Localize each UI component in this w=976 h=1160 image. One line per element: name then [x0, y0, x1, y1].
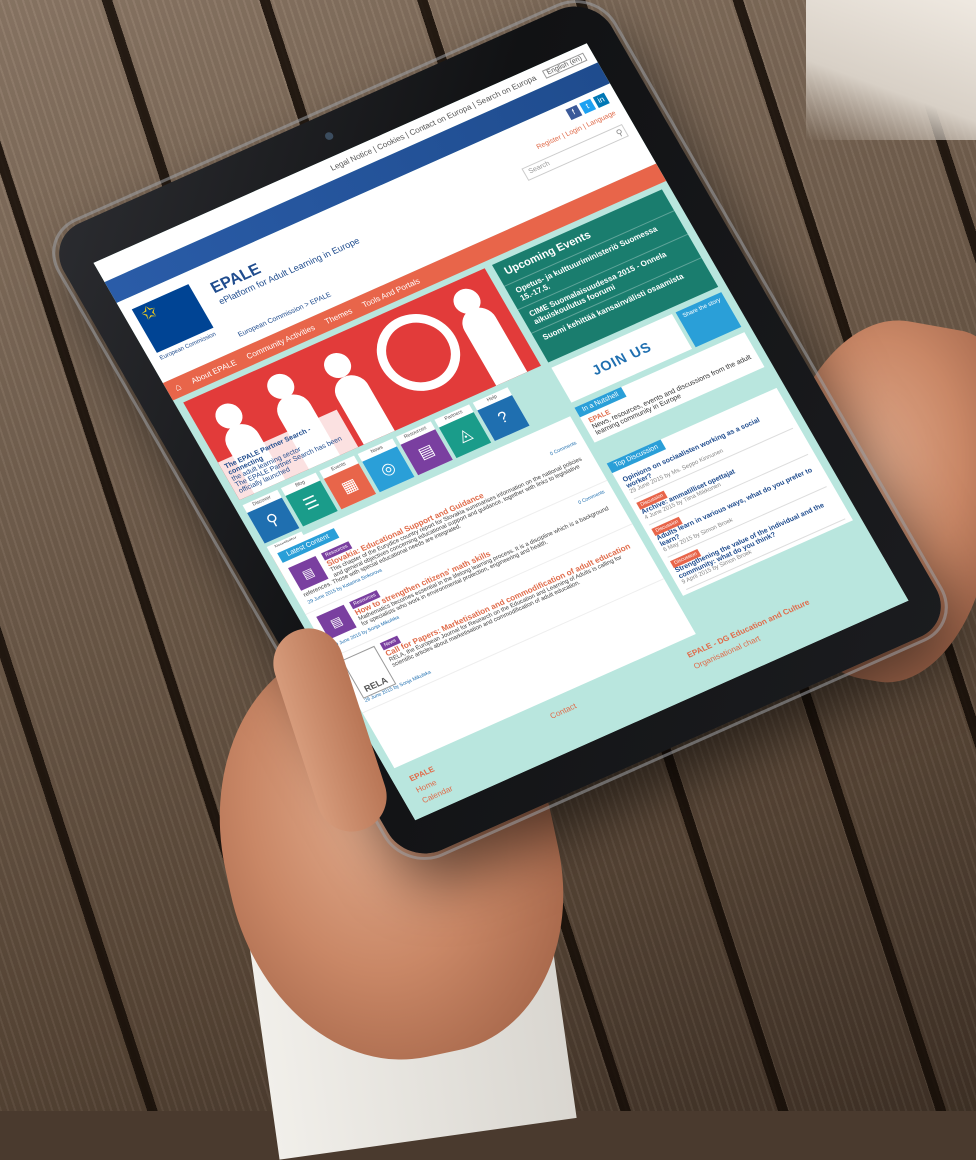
footer-heading-dg: EPALE - DG Education and Culture — [685, 597, 812, 660]
facebook-icon[interactable]: f — [565, 104, 583, 121]
twitter-icon[interactable]: t — [579, 98, 597, 115]
magnifier-icon — [361, 301, 476, 404]
background-object — [806, 0, 976, 140]
home-icon[interactable]: ⌂ — [172, 381, 183, 393]
search-icon[interactable]: ⚲ — [614, 126, 626, 139]
search-placeholder: Search — [527, 160, 552, 176]
linkedin-icon[interactable]: in — [592, 92, 610, 108]
figure-body — [456, 302, 528, 386]
nav-item-themes[interactable]: Themes — [323, 306, 354, 326]
camera-icon — [323, 130, 335, 142]
footer-link-contact[interactable]: Contact — [548, 702, 578, 721]
